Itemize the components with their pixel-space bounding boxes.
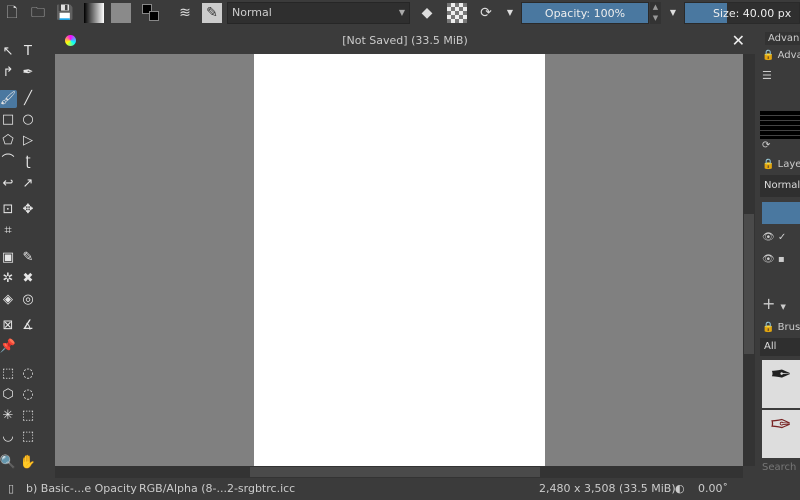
layer-row-selected[interactable] [762,202,800,224]
bezier-select-icon[interactable]: ◡ [0,428,17,446]
select-shapes-icon[interactable]: ↖ [0,43,17,61]
ellipse-select-icon[interactable]: ◌ [19,365,37,383]
new-document-icon[interactable]: 🗋 [2,3,22,23]
move-icon[interactable]: ✥ [19,201,37,219]
brush-filter-select[interactable]: All [760,338,800,356]
polygon-icon[interactable]: ⬠ [0,132,17,150]
size-value: Size: 40.00 px [713,7,792,20]
gradient-icon[interactable] [84,3,104,23]
add-layer-icon[interactable]: + ▼ [762,294,786,313]
brush-icon: ▯ [8,482,15,495]
panel-title: Brush Presets [777,322,800,333]
top-toolbar: 🗋 🗀 💾 ≋ ✎ Normal ▼ ◆ ⟳ ▼ Opacity: 100% ▲ ▼… [0,0,800,27]
ellipse-icon[interactable]: ○ [19,111,37,129]
measure-icon[interactable]: ∡ [19,317,37,335]
tab-advanced-color-selector[interactable]: Advanced Color Selector [765,32,800,45]
freehand-select-icon[interactable]: ◌ [19,386,37,404]
document-window: [Not Saved] (33.5 MiB) ✕ [55,27,755,478]
crop-icon[interactable]: ⌗ [0,222,17,240]
contiguous-select-icon[interactable]: ✳ [0,407,17,425]
brush-search-input[interactable]: Search [762,462,796,473]
settings-list-icon[interactable]: ☰ [762,69,772,82]
smart-patch-icon[interactable]: ✲ [0,270,17,288]
calligraphy-icon[interactable]: ✒ [19,64,37,82]
save-icon[interactable]: 💾 [55,3,75,23]
blend-mode-value: Normal [232,6,272,19]
visibility-eye-icon[interactable]: 👁 ▪ [762,254,785,265]
close-icon[interactable]: ✕ [732,27,745,54]
canvas-area[interactable] [55,54,743,466]
layers-title: 🔒 Layers [762,159,800,170]
layer-blend-select[interactable]: Normal [760,175,800,197]
chevron-down-icon[interactable]: ▼ [663,3,683,23]
zoom-icon[interactable]: 🔍 [0,454,17,472]
pan-icon[interactable]: ✋ [19,454,37,472]
rotation-icon[interactable]: ◐ [675,478,685,500]
rectangle-icon[interactable]: □ [0,111,17,129]
color-space: RGB/Alpha (8-...2-srgbtrc.icc [139,482,296,495]
scrollbar-thumb[interactable] [744,214,754,354]
edit-shapes-icon[interactable]: ↱ [0,64,17,82]
line-icon[interactable]: ╱ [19,90,37,108]
brush-preset-pen[interactable]: ✒ [762,360,800,408]
reload-icon[interactable]: ⟳ [476,3,496,23]
right-dock: Advanced Color Selector 🔒 Advanced Color… [757,27,800,478]
panel-title: Advanced Color Selector [777,50,800,61]
freehand-brush-icon[interactable]: 🖌 [0,90,17,108]
size-slider[interactable]: Size: 40.00 px [684,2,800,24]
color-swap-icon[interactable] [141,3,161,23]
bezier-icon[interactable]: ⌒ [0,153,17,171]
alpha-lock-icon[interactable] [447,3,467,23]
assistant-icon[interactable]: ✖ [19,270,37,288]
chevron-down-icon: ▼ [398,8,405,17]
enclosed-fill-icon[interactable]: ◎ [19,291,37,309]
rotation-value[interactable]: 0.00˚ [698,478,728,500]
opacity-slider[interactable]: Opacity: 100% [521,2,649,24]
panel-title: Layers [777,159,800,170]
magnetic-select-icon[interactable]: ⬚ [19,428,37,446]
transform-icon[interactable]: ⊡ [0,201,17,219]
status-bar: ▯ b) Basic-...e Opacity RGB/Alpha (8-...… [0,478,800,500]
polygon-select-icon[interactable]: ⬡ [0,386,17,404]
multibrush-icon[interactable]: ↗ [19,175,37,193]
color-picker-icon[interactable]: ✎ [19,249,37,267]
reference-icon[interactable]: 📌 [0,338,17,356]
toolbox: ↖ T ↱ ✒ 🖌 ╱ □ ○ ⬠ ▷ ⌒ ʈ ↩ ↗ ⊡ ✥ ⌗ ▣ ✎ ✲ ✖ ◈ ◎ ⊠ ∡ 📌 ⬚ ◌ ⬡ ◌ ✳ ⬚ ◡ ⬚ 🔍 ✋ [0,27,52,478]
similar-select-icon[interactable]: ⬚ [19,407,37,425]
polyline-icon[interactable]: ▷ [19,132,37,150]
rect-select-icon[interactable]: ⬚ [0,365,17,383]
advanced-color-selector-title: 🔒 Advanced Color Selector [762,50,800,61]
scrollbar-thumb[interactable] [250,467,540,477]
document-titlebar: [Not Saved] (33.5 MiB) ✕ [55,27,755,54]
text-icon[interactable]: T [19,43,37,61]
canvas-page[interactable] [254,54,545,466]
perspective-grid-icon[interactable]: ⊠ [0,317,17,335]
krita-logo-icon [65,35,76,46]
open-folder-icon[interactable]: 🗀 [28,3,48,23]
brush-preset-ink[interactable]: ✑ [762,410,800,458]
blend-mode-select[interactable]: Normal ▼ [227,2,410,24]
color-history[interactable] [760,111,800,139]
gradient-tool-icon[interactable]: ▣ [0,249,17,267]
pattern-icon[interactable] [111,3,131,23]
fill-icon[interactable]: ◈ [0,291,17,309]
image-size: 2,480 x 3,508 (33.5 MiB) [539,482,676,495]
brush-settings-icon[interactable]: ≋ [175,3,195,23]
eraser-icon[interactable]: ◆ [417,3,437,23]
horizontal-scrollbar[interactable] [55,466,743,478]
document-title: [Not Saved] (33.5 MiB) [342,34,468,47]
vertical-scrollbar[interactable] [743,54,755,466]
freehand-path-icon[interactable]: ʈ [19,153,37,171]
current-brush[interactable]: b) Basic-...e Opacity [26,478,137,500]
brush-preset-icon[interactable]: ✎ [202,3,222,23]
opacity-spinner[interactable]: ▲ ▼ [650,2,661,24]
dynamic-brush-icon[interactable]: ↩ [0,175,17,193]
visibility-eye-icon[interactable]: 👁 ✓ [762,232,786,243]
refresh-icon[interactable]: ⟳ [762,140,770,151]
chevron-down-icon[interactable]: ▼ [500,3,520,23]
brush-presets-title: 🔒 Brush Presets [762,322,800,333]
